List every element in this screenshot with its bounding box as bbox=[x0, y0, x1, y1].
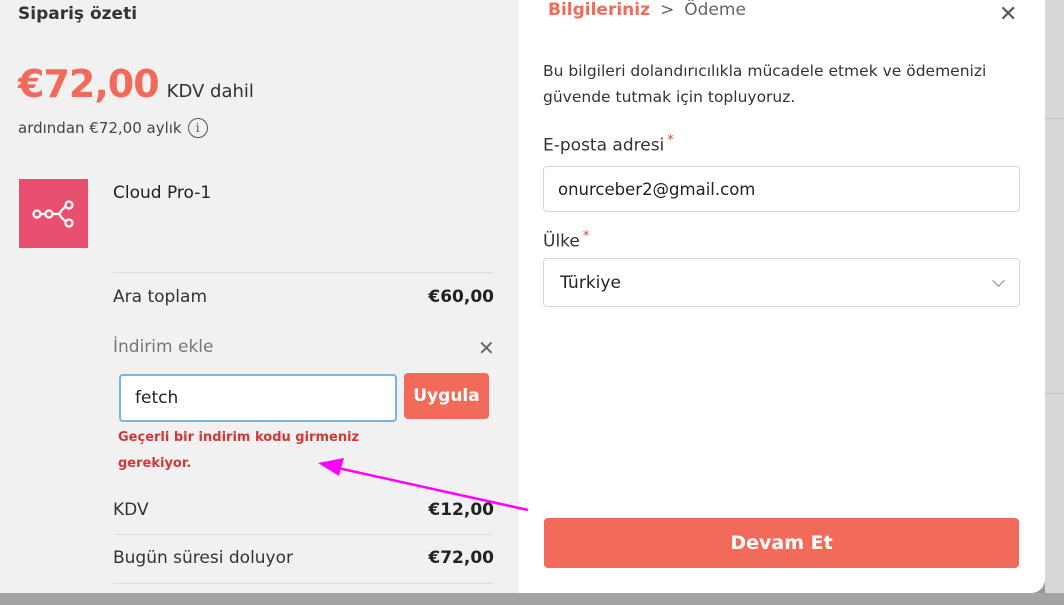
email-field[interactable] bbox=[543, 166, 1020, 212]
background-page bbox=[1045, 0, 1064, 605]
breadcrumb-step-payment[interactable]: Ödeme bbox=[684, 0, 746, 20]
due-today-label: Bugün süresi doluyor bbox=[113, 548, 294, 568]
summary-divider bbox=[113, 583, 493, 584]
tax-label: KDV bbox=[113, 500, 149, 520]
apply-discount-button[interactable]: Uygula bbox=[404, 373, 489, 419]
discount-error-message: Geçerli bir indirim kodu girmeniz gereki… bbox=[118, 430, 360, 471]
tax-value: €12,00 bbox=[428, 500, 494, 520]
email-label-text: E-posta adresi bbox=[543, 135, 665, 156]
order-summary-panel: Sipariş özeti €72,00 KDV dahil ardından … bbox=[0, 0, 519, 593]
required-mark: * bbox=[582, 229, 590, 244]
close-icon[interactable]: ✕ bbox=[999, 2, 1017, 27]
breadcrumb-separator: > bbox=[660, 0, 675, 20]
chevron-down-icon bbox=[992, 273, 1005, 287]
continue-button[interactable]: Devam Et bbox=[544, 518, 1019, 568]
subtotal-value: €60,00 bbox=[428, 287, 494, 307]
recurring-text: ardından €72,00 aylık bbox=[18, 119, 182, 137]
discount-code-input[interactable] bbox=[119, 374, 397, 422]
product-name: Cloud Pro-1 bbox=[113, 183, 212, 203]
checkout-form-panel: Bilgileriniz > Ödeme ✕ Bu bilgileri dola… bbox=[519, 0, 1045, 593]
breadcrumb-step-details[interactable]: Bilgileriniz bbox=[548, 0, 650, 20]
summary-divider bbox=[113, 272, 493, 273]
product-thumbnail bbox=[19, 179, 88, 248]
background-divider bbox=[1045, 393, 1064, 394]
subtotal-label: Ara toplam bbox=[113, 287, 207, 307]
recurring-note: ardından €72,00 aylık i bbox=[18, 118, 208, 138]
discount-close-icon[interactable]: ✕ bbox=[478, 336, 495, 360]
country-label-text: Ülke bbox=[543, 231, 580, 252]
total-price: €72,00 bbox=[18, 62, 160, 106]
checkout-modal: Sipariş özeti €72,00 KDV dahil ardından … bbox=[0, 0, 1045, 593]
summary-divider bbox=[113, 534, 493, 535]
price-tax-note: KDV dahil bbox=[166, 81, 254, 102]
country-selected-value: Türkiye bbox=[560, 272, 621, 293]
country-select[interactable]: Türkiye bbox=[543, 258, 1020, 307]
country-label: Ülke * bbox=[543, 229, 589, 252]
breadcrumb: Bilgileriniz > Ödeme bbox=[548, 0, 746, 20]
background-divider bbox=[1045, 118, 1064, 119]
workflow-nodes-icon bbox=[31, 199, 74, 228]
order-summary-title: Sipariş özeti bbox=[18, 4, 138, 24]
email-label: E-posta adresi * bbox=[543, 133, 674, 156]
price-block: €72,00 KDV dahil bbox=[18, 62, 254, 106]
background-page-bottom bbox=[0, 593, 1064, 605]
discount-label: İndirim ekle bbox=[113, 337, 214, 357]
intro-text: Bu bilgileri dolandırıcılıkla mücadele e… bbox=[543, 62, 987, 106]
required-mark: * bbox=[667, 133, 674, 148]
due-today-value: €72,00 bbox=[428, 548, 494, 568]
info-icon[interactable]: i bbox=[187, 118, 208, 138]
